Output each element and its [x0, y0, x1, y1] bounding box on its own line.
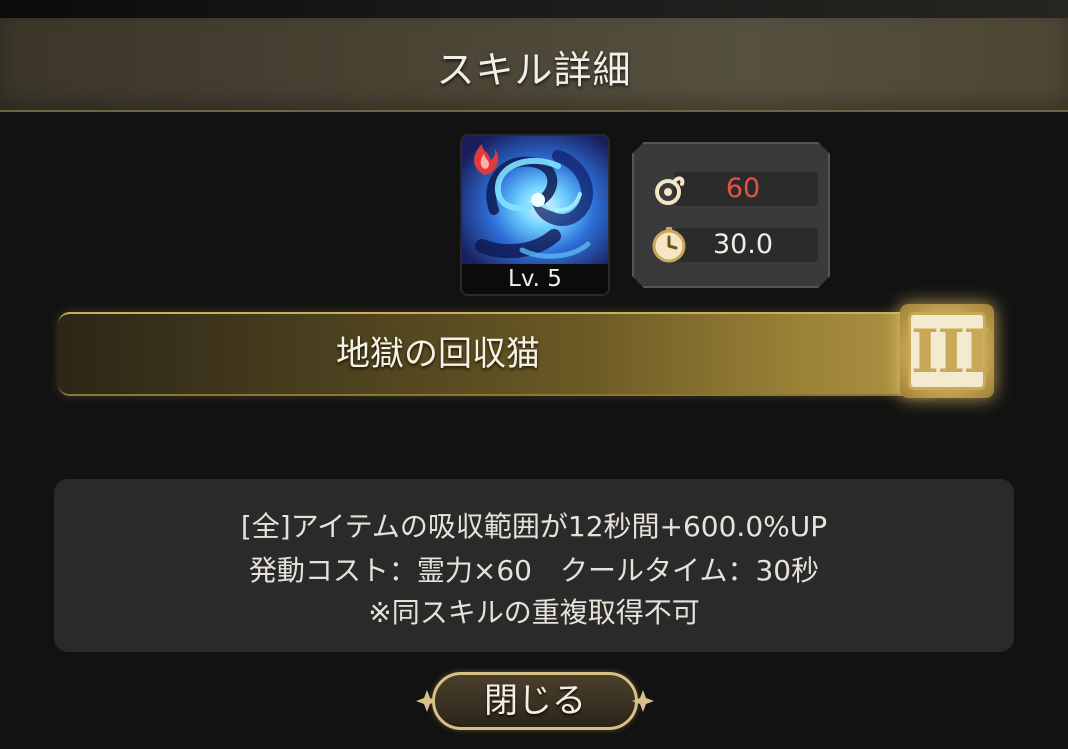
spirit-cost-icon [650, 170, 688, 208]
skill-name-banner: 地獄の回収猫 [58, 312, 938, 396]
skill-stats-panel: 60 30.0 [632, 142, 830, 288]
skill-name: 地獄の回収猫 [336, 334, 540, 374]
top-background-strip [0, 0, 1068, 18]
cost-row: 60 [650, 172, 818, 206]
dialog-title: スキル詳細 [436, 48, 632, 92]
close-button[interactable]: 閉じる [414, 668, 656, 734]
skill-description-box: [全]アイテムの吸収範囲が12秒間+600.0%UP 発動コスト：霊力×60 ク… [54, 479, 1014, 652]
cost-value: 60 [725, 173, 761, 204]
cooldown-value: 30.0 [712, 229, 774, 260]
description-line: 発動コスト：霊力×60 クールタイム：30秒 [248, 554, 820, 587]
dialog-header: スキル詳細 [0, 18, 1068, 112]
skill-icon-frame: Lv. 5 [460, 134, 610, 296]
description-line: ※同スキルの重複取得不可 [368, 596, 700, 629]
clock-icon [650, 226, 688, 264]
skill-level-label: Lv. 5 [462, 264, 608, 294]
cooldown-row: 30.0 [650, 228, 818, 262]
button-ornament-right-icon [632, 690, 654, 712]
description-line: [全]アイテムの吸収範囲が12秒間+600.0%UP [240, 510, 828, 543]
close-button-label: 閉じる [484, 681, 586, 721]
skill-tier-label: III [908, 312, 991, 390]
fire-vortex-icon [462, 136, 608, 264]
skill-tier-badge: III [900, 304, 994, 398]
